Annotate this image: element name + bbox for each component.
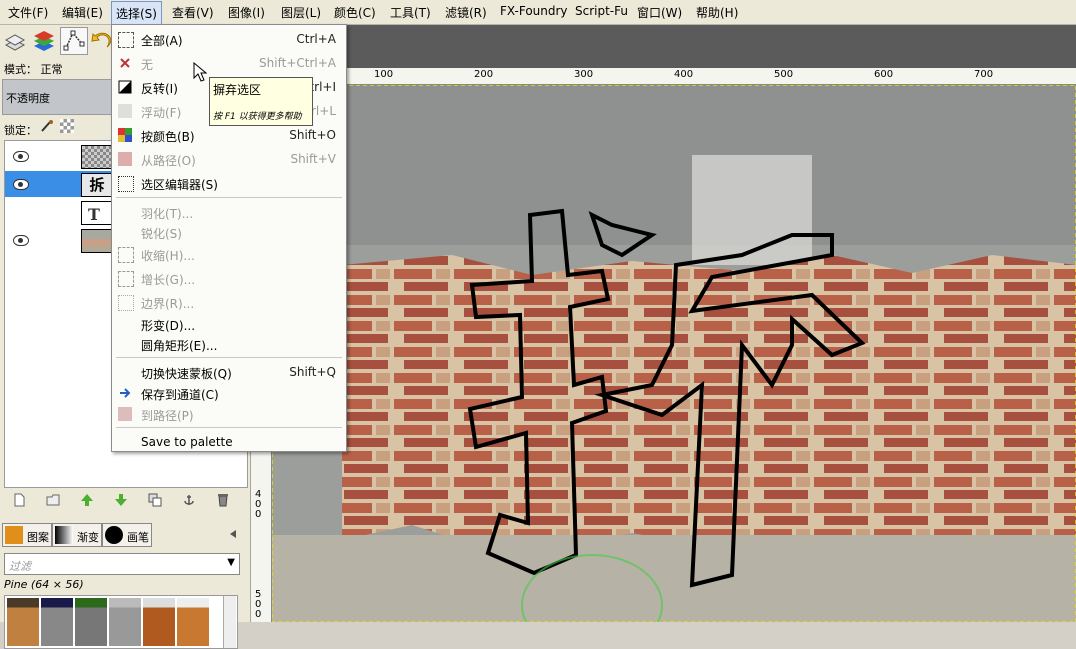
menu-item-to-path[interactable]: 到路径(P)	[112, 403, 346, 425]
mode-value[interactable]: 正常	[41, 63, 63, 76]
layer-thumbnail	[81, 229, 113, 253]
pattern-swatch[interactable]	[41, 598, 73, 646]
select-none-icon	[118, 56, 132, 70]
scrollbar[interactable]	[223, 596, 236, 648]
select-all-icon	[118, 32, 134, 48]
menu-item-by-color[interactable]: 按颜色(B) Shift+O	[112, 124, 346, 146]
delete-layer-icon[interactable]	[216, 493, 230, 507]
tooltip-title: 摒弃选区	[213, 83, 262, 97]
layers-tab-icon[interactable]	[2, 27, 28, 53]
menu-fx-foundry[interactable]: FX-Foundry	[500, 4, 568, 18]
opacity-label: 不透明度	[6, 92, 50, 105]
menu-item-grow[interactable]: 增长(G)...	[112, 267, 346, 289]
menu-file[interactable]: 文件(F)	[8, 4, 48, 21]
menu-separator	[116, 197, 342, 198]
new-layer-group-icon[interactable]	[46, 493, 60, 507]
shrink-icon	[118, 247, 134, 263]
menu-help[interactable]: 帮助(H)	[696, 4, 738, 21]
layer-thumbnail: 拆	[81, 173, 113, 197]
menu-item-distort[interactable]: 形变(D)...	[112, 313, 346, 335]
mode-label: 模式：	[4, 63, 37, 76]
duplicate-layer-icon[interactable]	[148, 493, 162, 507]
menu-item-toggle-quick-mask[interactable]: 切换快速蒙板(Q) Shift+Q	[112, 361, 346, 383]
pattern-swatch[interactable]	[177, 598, 209, 646]
border-icon	[118, 295, 134, 311]
pattern-swatch[interactable]	[143, 598, 175, 646]
pattern-filter-input[interactable]: 过滤 ▼	[4, 553, 240, 575]
menu-item-save-to-palette[interactable]: Save to palette	[112, 431, 346, 453]
anchor-layer-icon[interactable]	[182, 493, 196, 507]
to-path-icon	[118, 407, 132, 421]
image-canvas[interactable]	[272, 85, 1076, 622]
brush-tab-icon	[105, 526, 123, 544]
menu-tools[interactable]: 工具(T)	[390, 4, 431, 21]
lower-layer-icon[interactable]	[114, 493, 128, 507]
pattern-swatch[interactable]	[109, 598, 141, 646]
pattern-grid	[4, 595, 238, 649]
panel-menu-icon[interactable]	[228, 528, 238, 538]
lock-label: 锁定：	[4, 124, 37, 137]
tooltip: 摒弃选区 按 F1 以获得更多帮助	[209, 77, 313, 126]
horizontal-ruler: 100 200 300 400 500 600 700	[346, 68, 1076, 85]
channels-tab-icon[interactable]	[31, 27, 57, 53]
invert-icon	[118, 80, 132, 94]
menu-item-shrink[interactable]: 收缩(H)...	[112, 243, 346, 265]
text-layer-icon: T	[81, 201, 113, 225]
lock-pixels-icon[interactable]	[40, 119, 54, 133]
menu-item-select-none[interactable]: 无 Shift+Ctrl+A	[112, 52, 346, 74]
gradient-tab-icon	[55, 526, 73, 544]
from-path-icon	[118, 152, 132, 166]
menu-select[interactable]: 选择(S)	[111, 1, 162, 26]
new-layer-icon[interactable]	[12, 493, 26, 507]
tooltip-hint: 按 F1 以获得更多帮助	[213, 112, 302, 122]
raise-layer-icon[interactable]	[80, 493, 94, 507]
menu-bar: 文件(F) 编辑(E) 选择(S) 查看(V) 图像(I) 图层(L) 颜色(C…	[0, 0, 1076, 26]
tab-brushes[interactable]: 画笔	[102, 523, 152, 547]
pattern-swatch[interactable]	[7, 598, 39, 646]
menu-edit[interactable]: 编辑(E)	[62, 4, 103, 21]
menu-item-select-all[interactable]: 全部(A) Ctrl+A	[112, 28, 346, 50]
chevron-down-icon[interactable]: ▼	[227, 557, 235, 568]
float-icon	[118, 104, 132, 118]
menu-item-border[interactable]: 边界(R)...	[112, 291, 346, 313]
menu-item-feather[interactable]: 羽化(T)...	[112, 201, 346, 223]
menu-windows[interactable]: 窗口(W)	[637, 4, 682, 21]
tab-patterns[interactable]: 图案	[2, 523, 52, 547]
menu-view[interactable]: 查看(V)	[172, 4, 214, 21]
pattern-info: Pine (64 × 56)	[4, 578, 84, 591]
pattern-tab-icon	[5, 526, 23, 544]
menu-item-selection-editor[interactable]: 选区编辑器(S)	[112, 172, 346, 194]
menu-layer[interactable]: 图层(L)	[281, 4, 321, 21]
visibility-eye-icon[interactable]	[13, 151, 29, 162]
paths-tab-icon[interactable]	[60, 27, 88, 55]
lock-alpha-icon[interactable]	[60, 119, 74, 133]
mouse-cursor-icon	[193, 61, 208, 82]
menu-separator	[116, 427, 342, 428]
menu-script-fu[interactable]: Script-Fu	[575, 4, 628, 18]
save-channel-icon	[118, 386, 132, 400]
tab-gradients[interactable]: 渐变	[52, 523, 102, 547]
pattern-swatch[interactable]	[75, 598, 107, 646]
by-color-icon	[118, 128, 132, 142]
menu-item-save-to-channel[interactable]: 保存到通道(C)	[112, 382, 346, 404]
layer-thumbnail	[81, 145, 113, 169]
visibility-eye-icon[interactable]	[13, 235, 29, 246]
svg-text:T: T	[88, 205, 100, 224]
menu-item-sharpen[interactable]: 锐化(S)	[112, 221, 346, 243]
menu-image[interactable]: 图像(I)	[228, 4, 265, 21]
menu-item-rounded-rectangle[interactable]: 圆角矩形(E)...	[112, 333, 346, 355]
menu-item-from-path[interactable]: 从路径(O) Shift+V	[112, 148, 346, 170]
menu-colors[interactable]: 颜色(C)	[334, 4, 376, 21]
menu-filters[interactable]: 滤镜(R)	[445, 4, 487, 21]
grow-icon	[118, 271, 134, 287]
selection-editor-icon	[118, 176, 134, 192]
visibility-eye-icon[interactable]	[13, 179, 29, 190]
menu-separator	[116, 357, 342, 358]
